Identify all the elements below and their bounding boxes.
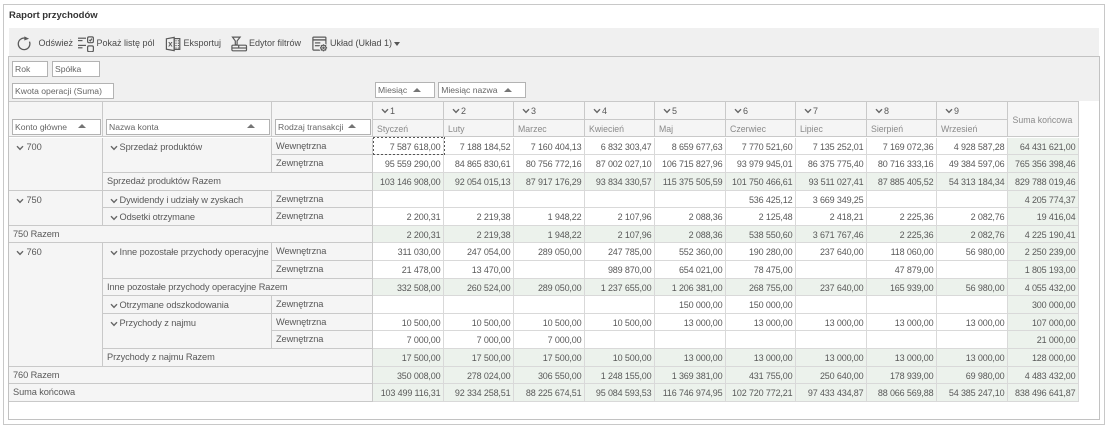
svg-text:x: x bbox=[168, 39, 173, 48]
